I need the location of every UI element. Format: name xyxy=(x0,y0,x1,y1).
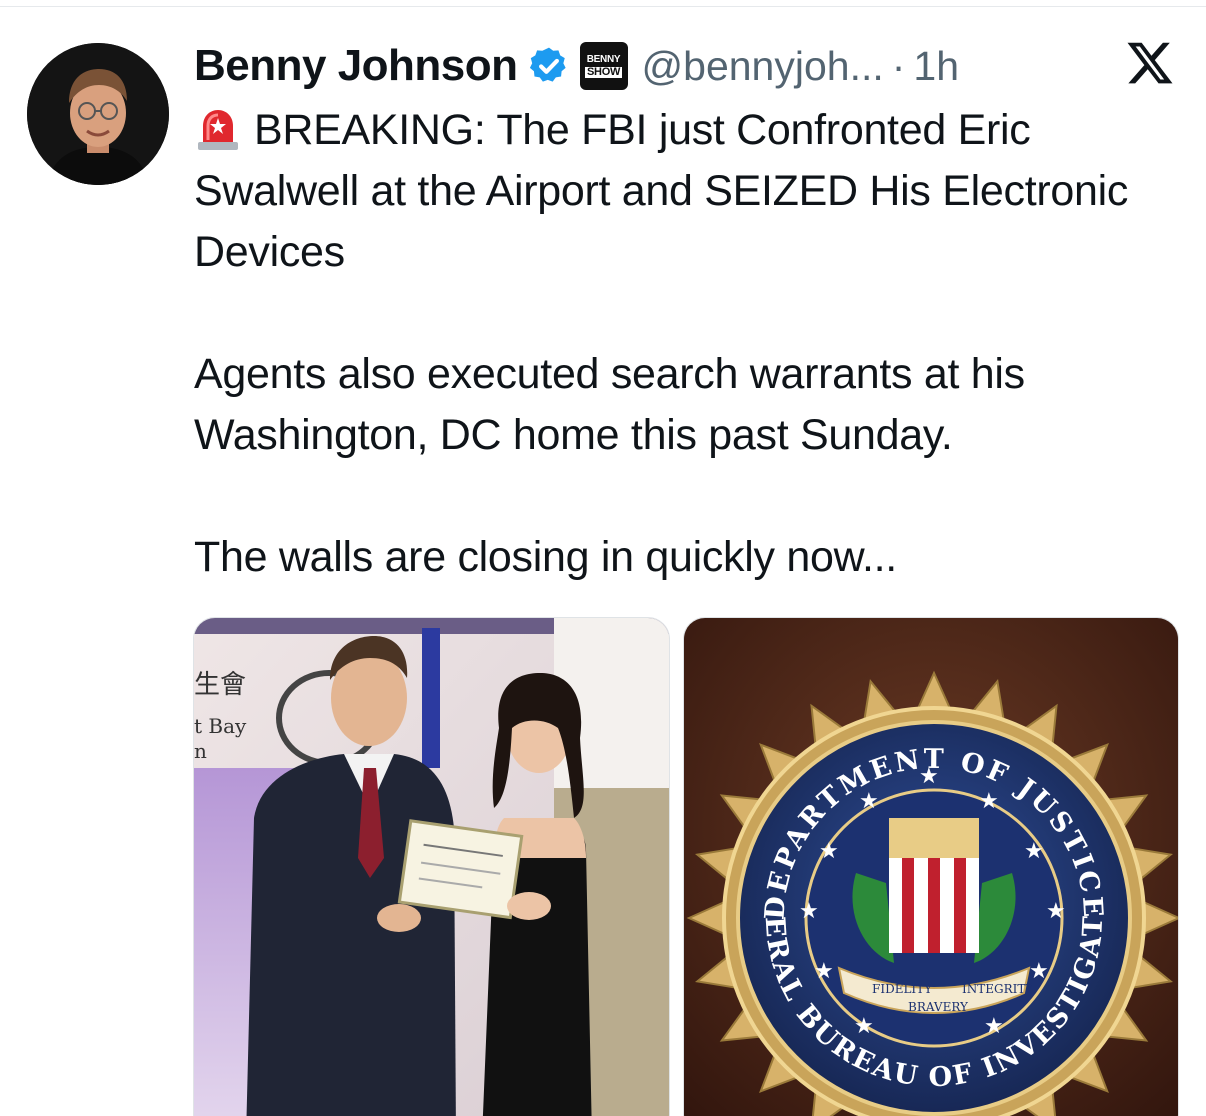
svg-text:★: ★ xyxy=(799,899,819,924)
tweet-paragraph-1-text: BREAKING: The FBI just Confronted Eric S… xyxy=(194,106,1129,276)
top-divider xyxy=(0,6,1206,7)
x-logo-icon[interactable] xyxy=(1124,38,1176,88)
affiliation-badge-line1: BENNY xyxy=(586,53,621,65)
siren-icon xyxy=(194,104,242,152)
author-name[interactable]: Benny Johnson xyxy=(194,41,518,91)
header-separator: · xyxy=(891,42,906,89)
svg-text:★: ★ xyxy=(979,789,999,814)
ribbon-center: BRAVERY xyxy=(908,1000,969,1014)
tweet-paragraph-2: Agents also executed search warrants at … xyxy=(194,350,1025,459)
verified-badge-icon[interactable] xyxy=(528,45,570,87)
avatar[interactable] xyxy=(27,43,169,185)
tweet-media: 生會 t Bay n DEPARTMENT OF JUSTICE ERAL BU… xyxy=(193,617,1179,1116)
affiliation-badge-line2: SHOW xyxy=(585,65,623,78)
ribbon-right: INTEGRITY xyxy=(962,982,1034,996)
media-photo-right[interactable]: DEPARTMENT OF JUSTICE FEDERAL BUREAU OF … xyxy=(683,617,1179,1116)
affiliation-badge[interactable]: BENNY SHOW xyxy=(579,42,628,90)
author-handle[interactable]: @bennyjoh... xyxy=(642,43,884,90)
svg-text:★: ★ xyxy=(1029,959,1049,984)
media-photo-left[interactable]: 生會 t Bay n xyxy=(193,617,670,1116)
sign-text-2: t Bay xyxy=(194,714,247,738)
tweet-body: BREAKING: The FBI just Confronted Eric S… xyxy=(194,100,1184,588)
tweet-paragraph-3: The walls are closing in quickly now... xyxy=(194,533,897,581)
avatar-image xyxy=(27,43,169,185)
svg-text:★: ★ xyxy=(814,959,834,984)
sign-text-1: 生會 xyxy=(194,670,246,700)
tweet-paragraph-1: BREAKING: The FBI just Confronted Eric S… xyxy=(194,100,1184,283)
tweet-timestamp[interactable]: 1h xyxy=(913,43,959,90)
svg-text:★: ★ xyxy=(854,1014,874,1039)
svg-text:★: ★ xyxy=(1046,899,1066,924)
svg-text:★: ★ xyxy=(819,839,839,864)
svg-text:★: ★ xyxy=(859,789,879,814)
sign-text-3: n xyxy=(194,739,207,763)
ribbon-left: FIDELITY xyxy=(872,982,933,996)
tweet-header: Benny Johnson BENNY SHOW @bennyjoh... · … xyxy=(194,38,959,94)
svg-text:★: ★ xyxy=(984,1014,1004,1039)
svg-text:★: ★ xyxy=(919,764,939,789)
svg-text:★: ★ xyxy=(1024,839,1044,864)
